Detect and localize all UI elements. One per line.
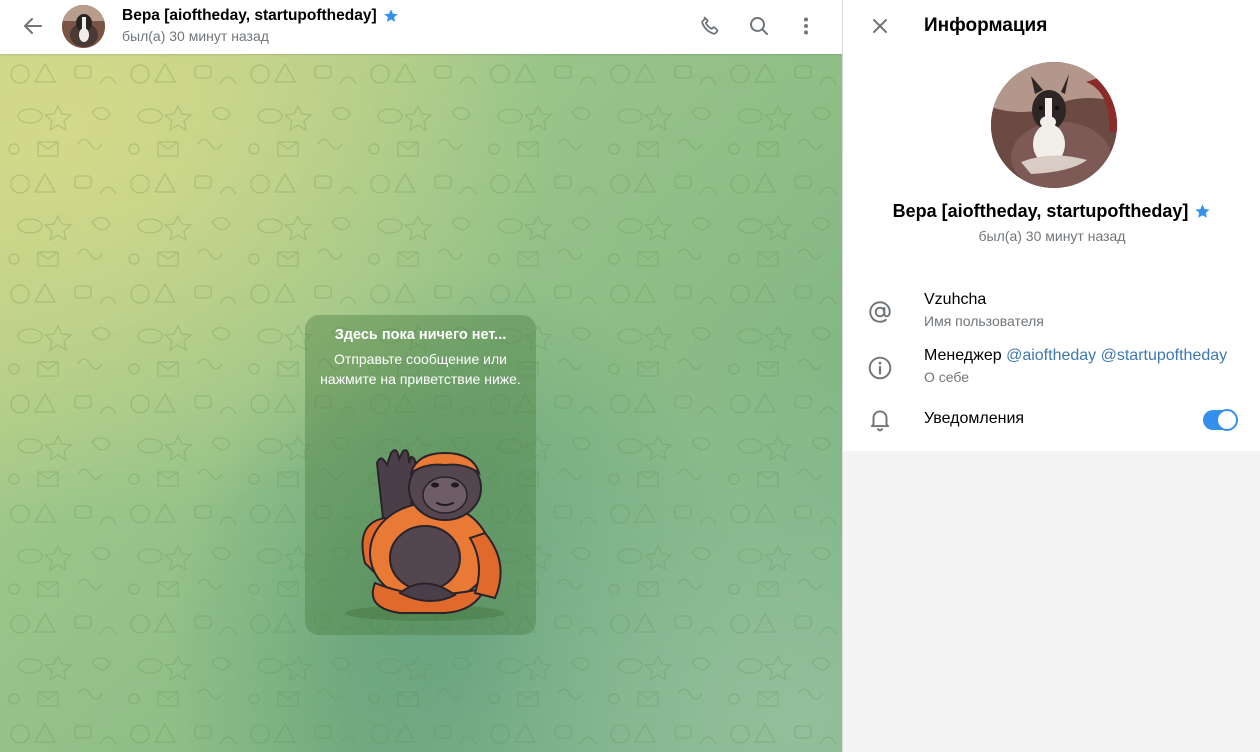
close-button[interactable]: [860, 6, 900, 46]
verified-star-icon: [383, 9, 398, 22]
chat-avatar[interactable]: [62, 5, 105, 48]
chat-background: Здесь пока ничего нет... Отправьте сообщ…: [0, 54, 842, 752]
close-icon: [873, 19, 887, 33]
chat-title-text: Вера [aioftheday, startupoftheday]: [122, 7, 377, 24]
more-vertical-icon: [804, 17, 808, 35]
chat-area: Вера [aioftheday, startupoftheday] был(а…: [0, 0, 842, 752]
info-panel-main: Информация Вера [aioftheday, startupofth…: [843, 0, 1260, 451]
bio-value: Менеджер @aioftheday @startupoftheday: [924, 347, 1227, 365]
more-button[interactable]: [786, 6, 826, 46]
empty-chat-title: Здесь пока ничего нет...: [334, 327, 507, 343]
phone-icon: [701, 16, 719, 35]
back-button[interactable]: [13, 6, 53, 46]
notifications-toggle[interactable]: [1203, 409, 1238, 431]
verified-star-icon: [1195, 204, 1210, 218]
bio-row[interactable]: Менеджер @aioftheday @startupoftheday О …: [843, 347, 1260, 395]
call-button[interactable]: [690, 6, 730, 46]
info-panel: Информация Вера [aioftheday, startupofth…: [842, 0, 1260, 752]
info-icon: [868, 356, 892, 380]
notifications-label: Уведомления: [924, 410, 1025, 427]
username-row[interactable]: Vzuhcha Имя пользователя: [843, 291, 1260, 339]
empty-chat-placeholder: Здесь пока ничего нет... Отправьте сообщ…: [305, 315, 536, 635]
notifications-row[interactable]: Уведомления: [843, 402, 1260, 450]
back-arrow-icon: [24, 18, 42, 34]
username-value: Vzuhcha: [924, 291, 987, 308]
at-sign-icon: [869, 301, 891, 323]
username-label: Имя пользователя: [924, 313, 1044, 329]
bio-link-startupoftheday[interactable]: @startupoftheday: [1101, 347, 1228, 364]
bio-label: О себе: [924, 369, 970, 385]
profile-status: был(а) 30 минут назад: [978, 228, 1126, 244]
info-heading: Информация: [924, 15, 1048, 36]
chat-status: был(а) 30 минут назад: [122, 28, 269, 44]
bio-link-aioftheday[interactable]: @aioftheday: [1006, 347, 1096, 364]
bell-icon: [870, 410, 890, 432]
notifications-toggle-knob: [1216, 409, 1238, 431]
profile-name-text: Вера [aioftheday, startupoftheday]: [892, 201, 1189, 221]
profile-avatar[interactable]: [991, 62, 1117, 188]
search-button[interactable]: [739, 6, 779, 46]
search-icon: [750, 17, 768, 35]
empty-chat-text: Отправьте сообщение или нажмите на приве…: [320, 351, 521, 387]
greeting-sticker[interactable]: [325, 423, 520, 623]
chat-header: Вера [aioftheday, startupoftheday] был(а…: [0, 0, 842, 54]
bio-prefix: Менеджер: [924, 347, 1002, 364]
chat-title[interactable]: Вера [aioftheday, startupoftheday]: [122, 7, 399, 25]
profile-name: Вера [aioftheday, startupoftheday]: [843, 201, 1260, 222]
